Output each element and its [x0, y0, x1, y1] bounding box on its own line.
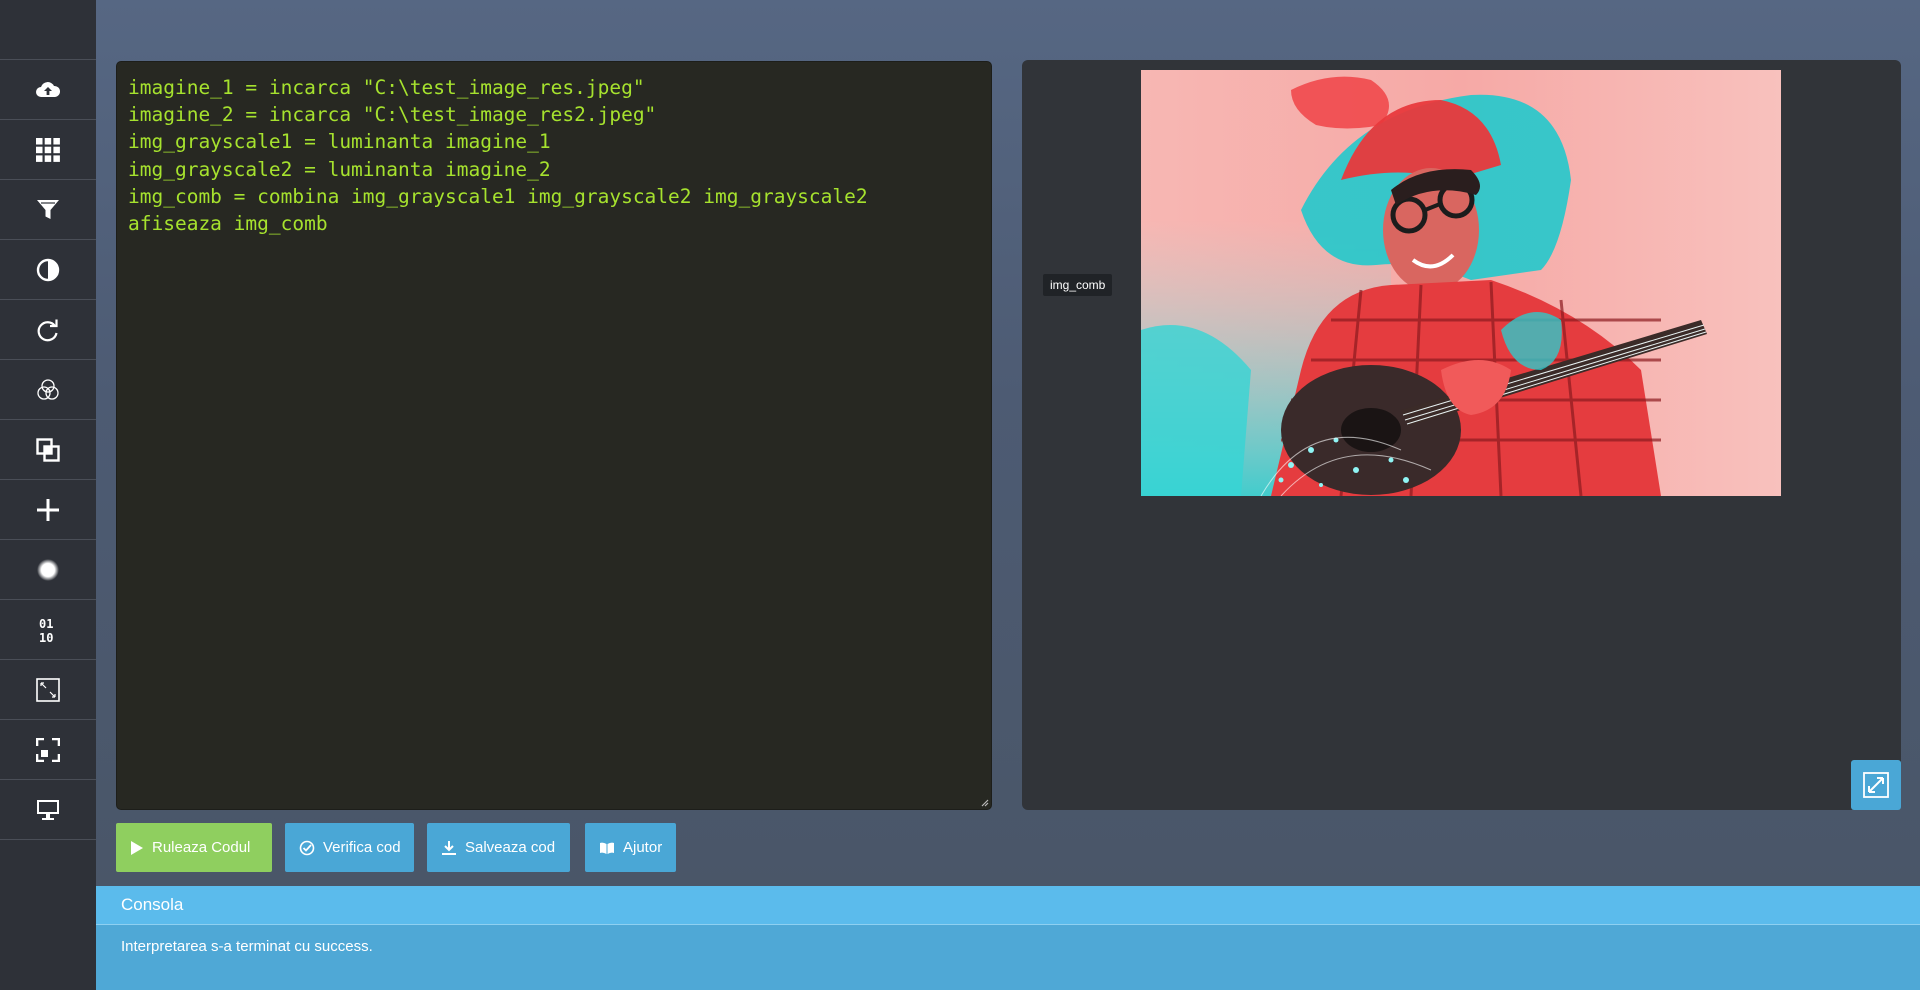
check-circle-icon [299, 840, 315, 855]
resize-image-icon [36, 677, 60, 702]
verify-code-label: Verifica cod [323, 839, 401, 856]
code-text[interactable]: imagine_1 = incarca "C:\test_image_res.j… [128, 74, 980, 237]
sidebar-item-add[interactable] [0, 480, 96, 540]
console-title: Consola [96, 886, 1920, 925]
contrast-icon [36, 258, 60, 281]
monitor-icon [37, 799, 59, 820]
sidebar-item-upload[interactable] [0, 60, 96, 120]
help-button[interactable]: Ajutor [585, 823, 676, 872]
crop-expand-icon [36, 737, 60, 762]
sidebar-item-crop[interactable] [0, 720, 96, 780]
run-code-label: Ruleaza Codul [152, 839, 251, 856]
image-label: img_comb [1043, 274, 1113, 296]
play-icon [131, 840, 143, 855]
console-message: Interpretarea s-a terminat cu success. [121, 938, 373, 955]
rotate-icon [37, 319, 58, 341]
plus-icon [37, 498, 59, 521]
result-image [1141, 70, 1781, 496]
expand-button[interactable] [1851, 760, 1901, 810]
sidebar-item-overlay[interactable] [0, 420, 96, 480]
sidebar-item-color-channels[interactable] [0, 360, 96, 420]
svg-text:10: 10 [39, 631, 53, 644]
sidebar-item-filter[interactable] [0, 180, 96, 240]
sidebar-item-resize[interactable] [0, 660, 96, 720]
download-icon [442, 840, 456, 855]
sidebar: 01 10 [0, 0, 96, 990]
sidebar-item-binary[interactable]: 01 10 [0, 600, 96, 660]
verify-code-button[interactable]: Verifica cod [285, 823, 414, 872]
sidebar-header [0, 0, 96, 60]
blur-dot-icon [37, 558, 59, 581]
save-code-button[interactable]: Salveaza cod [427, 823, 570, 872]
grid-icon [36, 137, 60, 162]
sidebar-item-blur[interactable] [0, 540, 96, 600]
image-viewer: img_comb [1022, 60, 1901, 810]
run-code-button[interactable]: Ruleaza Codul [116, 823, 272, 872]
book-icon [600, 842, 614, 854]
cloud-upload-icon [36, 81, 61, 97]
expand-icon [1863, 772, 1889, 798]
overlay-icon [36, 437, 60, 462]
sidebar-item-grid[interactable] [0, 120, 96, 180]
svg-text:01: 01 [39, 617, 53, 631]
color-channels-icon [37, 378, 59, 400]
console-panel: Consola Interpretarea s-a terminat cu su… [96, 886, 1920, 990]
binary-icon: 01 10 [39, 617, 53, 644]
filter-icon [37, 199, 59, 219]
sidebar-item-display[interactable] [0, 780, 96, 840]
sidebar-item-rotate[interactable] [0, 300, 96, 360]
code-editor[interactable]: imagine_1 = incarca "C:\test_image_res.j… [116, 61, 992, 810]
sidebar-item-contrast[interactable] [0, 240, 96, 300]
save-code-label: Salveaza cod [465, 839, 556, 856]
resize-grip-icon[interactable] [979, 797, 989, 807]
help-label: Ajutor [623, 839, 663, 856]
